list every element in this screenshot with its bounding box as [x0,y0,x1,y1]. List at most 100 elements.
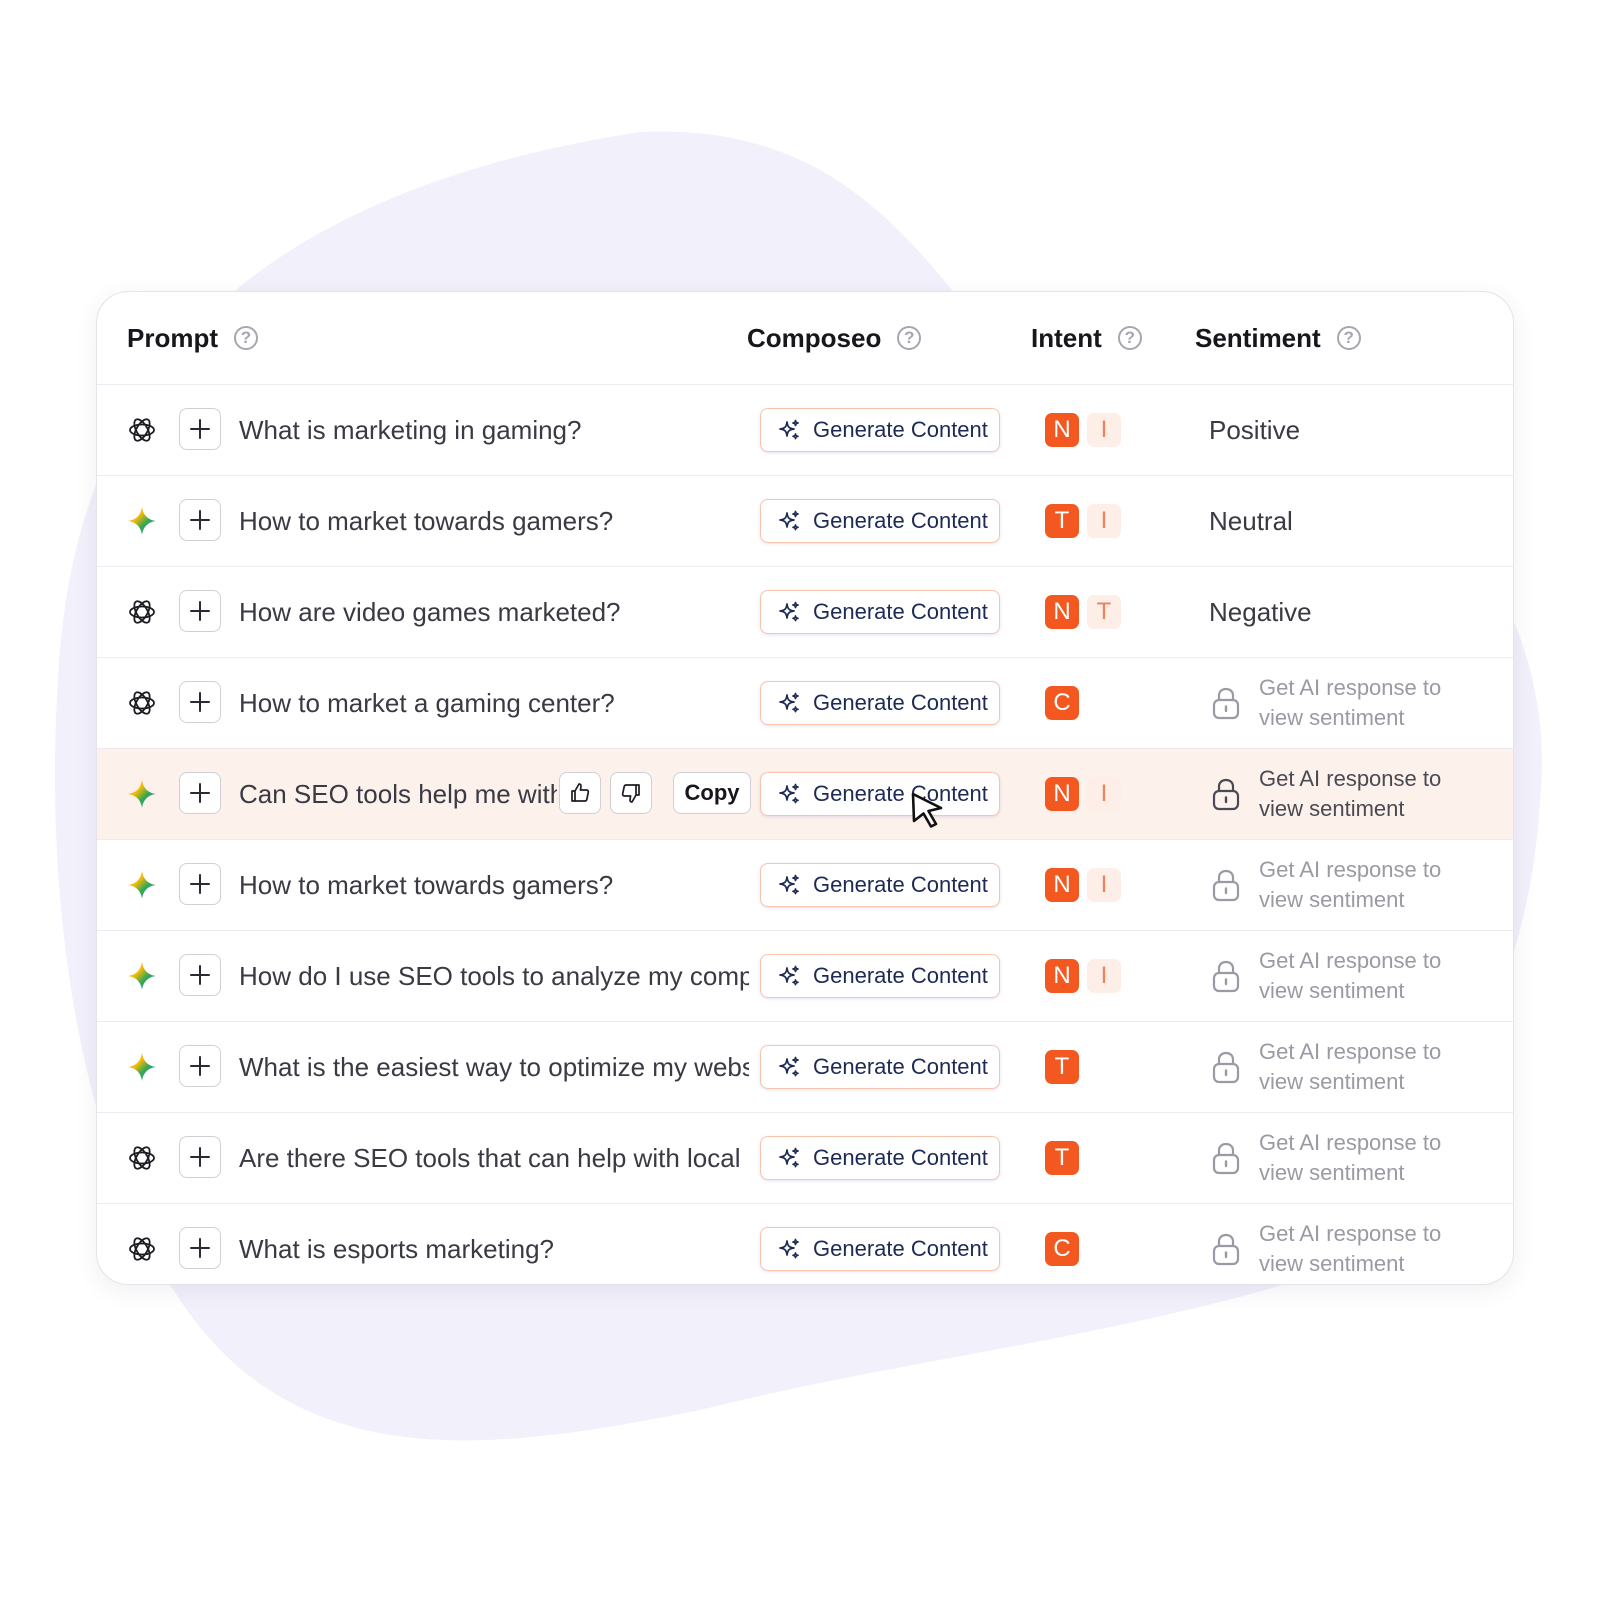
chatgpt-icon [127,1234,157,1264]
locked-sentiment: Get AI response to view sentiment [1209,1113,1469,1203]
lock-icon [1209,868,1259,902]
intent-badge: I [1087,868,1121,902]
column-title-composeo: Composeo [747,322,882,353]
copy-button[interactable]: Copy [673,772,751,814]
thumbs-up-button[interactable] [559,772,601,814]
locked-sentiment: Get AI response to view sentiment [1209,931,1469,1021]
lock-icon [1209,1050,1259,1084]
chatgpt-icon [127,415,157,445]
lock-icon [1209,1232,1259,1266]
generate-content-button[interactable]: Generate Content [760,1227,1000,1271]
generate-content-button[interactable]: Generate Content [760,1045,1000,1089]
sparkle-icon [777,509,813,533]
intent-badge: I [1087,413,1121,447]
intent-badges: NT [1045,595,1121,629]
locked-sentiment: Get AI response to view sentiment [1209,1204,1469,1284]
generate-content-button[interactable]: Generate Content [760,681,1000,725]
intent-badges: TI [1045,504,1121,538]
table-row[interactable]: Can SEO tools help me with Copy Generate C… [97,749,1513,840]
generate-content-label: Generate Content [813,508,988,533]
column-title-prompt: Prompt [127,322,218,353]
sparkle-icon [777,1055,813,1079]
table-row[interactable]: What is the easiest way to optimize my w… [97,1022,1513,1113]
intent-badge: N [1045,413,1079,447]
intent-badge: C [1045,1232,1079,1266]
table-row[interactable]: How are video games marketed? Generate Co… [97,567,1513,658]
add-prompt-button[interactable] [179,1136,221,1178]
intent-badge: I [1087,959,1121,993]
plus-icon [189,964,211,986]
table-row[interactable]: How to market towards gamers? Generate Co… [97,840,1513,931]
table-row[interactable]: Are there SEO tools that can help with l… [97,1113,1513,1204]
locked-sentiment-text: Get AI response to view sentiment [1259,857,1442,912]
prompt-text: Are there SEO tools that can help with l… [239,1143,749,1173]
intent-badge: T [1045,504,1079,538]
locked-sentiment: Get AI response to view sentiment [1209,749,1469,839]
add-prompt-button[interactable] [179,772,221,814]
intent-badges: NI [1045,868,1121,902]
table-row[interactable]: What is esports marketing? Generate Conte… [97,1204,1513,1284]
chatgpt-icon [127,1143,157,1173]
table-row[interactable]: What is marketing in gaming? Generate Con… [97,385,1513,476]
generate-content-button[interactable]: Generate Content [760,863,1000,907]
sentiment-value: Positive [1209,415,1301,445]
table-row[interactable]: How to market a gaming center? Generate C… [97,658,1513,749]
generate-content-button[interactable]: Generate Content [760,772,1000,816]
sparkle-icon [777,1146,813,1170]
add-prompt-button[interactable] [179,1227,221,1269]
thumbs-down-button[interactable] [610,772,652,814]
help-icon[interactable]: ? [1117,326,1142,350]
table-row[interactable]: How to market towards gamers? Generate Co… [97,476,1513,567]
locked-sentiment-text: Get AI response to view sentiment [1259,1221,1442,1276]
intent-badge: T [1045,1141,1079,1175]
add-prompt-button[interactable] [179,954,221,996]
locked-sentiment-text: Get AI response to view sentiment [1259,766,1442,821]
sentiment-value: Neutral [1209,506,1293,536]
intent-badge: I [1087,777,1121,811]
intent-badges: NI [1045,959,1121,993]
intent-badges: T [1045,1050,1079,1084]
add-prompt-button[interactable] [179,408,221,450]
intent-badge: T [1087,595,1121,629]
generate-content-label: Generate Content [813,690,988,715]
plus-icon [189,782,211,804]
locked-sentiment: Get AI response to view sentiment [1209,840,1469,930]
add-prompt-button[interactable] [179,1045,221,1087]
sparkle-icon [777,1237,813,1261]
help-icon[interactable]: ? [897,326,922,350]
prompt-text: Can SEO tools help me with [239,779,557,809]
intent-badges: NI [1045,777,1121,811]
table-row[interactable]: How do I use SEO tools to analyze my com… [97,931,1513,1022]
gemini-icon [127,1052,157,1082]
lock-icon [1209,777,1259,811]
help-icon[interactable]: ? [234,326,258,350]
generate-content-button[interactable]: Generate Content [760,1136,1000,1180]
help-icon[interactable]: ? [1336,326,1361,350]
plus-icon [189,418,211,440]
prompt-text: How to market a gaming center? [239,688,615,718]
column-header-sentiment: Sentiment ? [1195,292,1361,384]
add-prompt-button[interactable] [179,863,221,905]
add-prompt-button[interactable] [179,681,221,723]
prompt-text: What is esports marketing? [239,1234,555,1264]
intent-badge: C [1045,686,1079,720]
intent-badges: NI [1045,413,1121,447]
gemini-icon [127,870,157,900]
intent-badges: C [1045,1232,1079,1266]
plus-icon [189,1055,211,1077]
plus-icon [189,873,211,895]
gemini-icon [127,779,157,809]
sparkle-icon [777,691,813,715]
add-prompt-button[interactable] [179,499,221,541]
generate-content-button[interactable]: Generate Content [760,499,1000,543]
lock-icon [1209,686,1259,720]
add-prompt-button[interactable] [179,590,221,632]
sparkle-icon [777,873,813,897]
generate-content-button[interactable]: Generate Content [760,408,1000,452]
generate-content-button[interactable]: Generate Content [760,954,1000,998]
sentiment-value: Negative [1209,597,1312,627]
generate-content-button[interactable]: Generate Content [760,590,1000,634]
prompt-text: What is marketing in gaming? [239,415,582,445]
column-title-intent: Intent [1031,322,1102,353]
locked-sentiment-text: Get AI response to view sentiment [1259,675,1442,730]
